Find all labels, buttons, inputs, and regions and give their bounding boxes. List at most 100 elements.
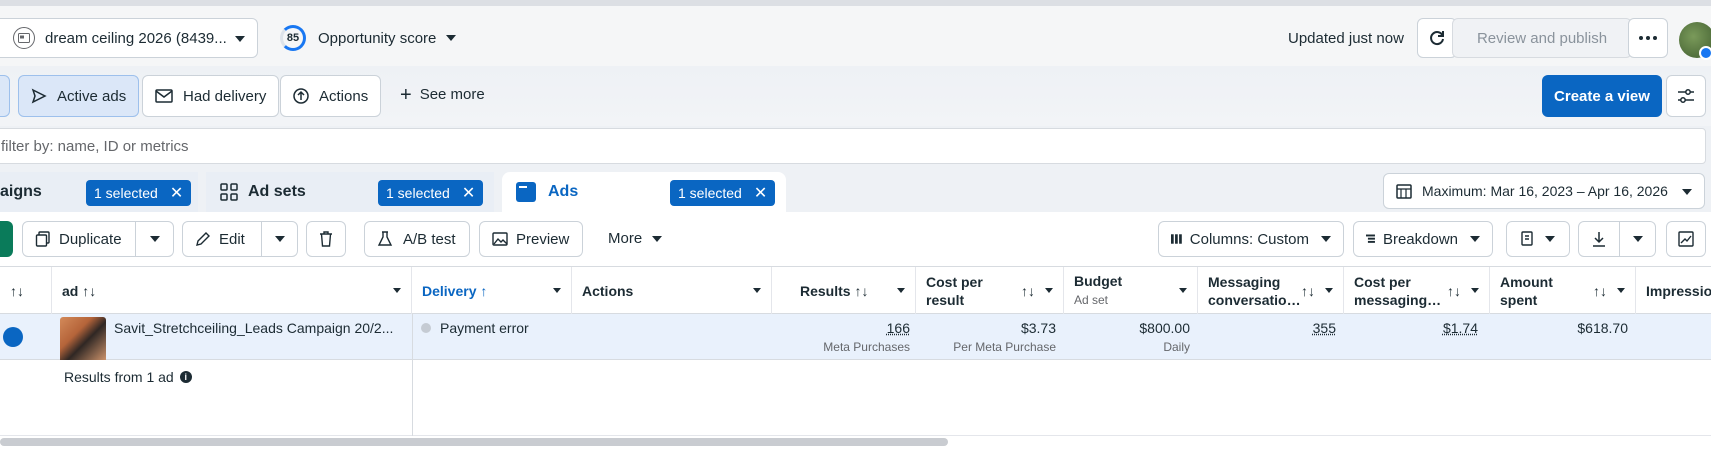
column-amount-label: Amount spent [1500, 273, 1553, 309]
column-header-impressions[interactable]: Impressio [1636, 267, 1711, 314]
column-header-cost-per-result[interactable]: Cost per result ↑↓ [916, 267, 1064, 314]
search-input[interactable]: filter by: name, ID or metrics [0, 128, 1706, 164]
edit-button-group[interactable]: Edit [182, 221, 298, 257]
charts-button[interactable] [1666, 221, 1706, 257]
search-area: filter by: name, ID or metrics [0, 126, 1711, 172]
more-options-button[interactable] [1628, 18, 1668, 58]
column-results-label: Results ↑↓ [800, 282, 869, 299]
chevron-down-icon[interactable] [553, 288, 561, 293]
ads-selected-label: 1 selected [678, 185, 742, 201]
chevron-down-icon [274, 236, 285, 242]
chevron-down-icon[interactable] [1325, 288, 1333, 293]
edit-dropdown[interactable] [261, 222, 297, 256]
adsets-selected-pill[interactable]: 1 selected ✕ [378, 180, 484, 206]
column-header-delivery[interactable]: Delivery ↑ [412, 267, 572, 314]
columns-icon [1171, 234, 1182, 244]
cost-per-result-sub: Per Meta Purchase [953, 340, 1056, 354]
duplicate-button[interactable]: Duplicate [23, 222, 135, 256]
amount-line2: spent [1500, 291, 1538, 308]
filter-had-delivery[interactable]: Had delivery [142, 75, 280, 117]
sort-icon: ↑↓ [1301, 283, 1315, 299]
create-button-partial[interactable] [0, 221, 13, 257]
budget-value[interactable]: $800.00 [1139, 320, 1190, 336]
column-header-results[interactable]: Results ↑↓ [772, 267, 916, 314]
messaging-value[interactable]: 355 [1313, 320, 1336, 336]
chevron-down-icon[interactable] [1617, 288, 1625, 293]
opportunity-score[interactable]: 85 Opportunity score [280, 23, 457, 53]
column-header-amount-spent[interactable]: Amount spent ↑↓ [1490, 267, 1636, 314]
preview-button[interactable]: Preview [479, 221, 583, 257]
breakdown-icon [1366, 234, 1375, 243]
messaging-line2: conversatio… [1208, 291, 1301, 308]
column-actions-label: Actions [582, 282, 634, 299]
ad-toggle[interactable] [3, 327, 23, 347]
table-row[interactable]: Savit_Stretchceiling_Leads Campaign 20/2… [0, 314, 1711, 363]
ab-test-button[interactable]: A/B test [364, 221, 470, 257]
ab-test-label: A/B test [403, 230, 456, 248]
tab-ads[interactable]: Ads 1 selected ✕ [502, 172, 786, 212]
results-sub: Meta Purchases [823, 340, 910, 354]
info-icon[interactable]: i [179, 371, 192, 383]
campaigns-selected-pill[interactable]: 1 selected ✕ [86, 180, 192, 206]
account-selector[interactable]: dream ceiling 2026 (8439... [0, 18, 258, 58]
edit-button[interactable]: Edit [183, 222, 261, 256]
cost-msg-line2: messaging… [1354, 291, 1442, 308]
tab-adsets[interactable]: Ad sets 1 selected ✕ [206, 172, 494, 212]
see-more-filters[interactable]: + See more [400, 85, 485, 105]
filter-chip-partial[interactable] [0, 75, 10, 117]
column-header-actions[interactable]: Actions [572, 267, 772, 314]
tab-campaigns[interactable]: aigns 1 selected ✕ [0, 172, 198, 212]
more-button[interactable]: More [608, 230, 663, 247]
breakdown-label: Breakdown [1382, 230, 1458, 248]
column-header-ad[interactable]: ad ↑↓ [52, 267, 412, 314]
reports-button[interactable] [1506, 221, 1570, 257]
column-header-messaging[interactable]: Messaging conversatio… ↑↓ [1198, 267, 1344, 314]
updated-status: Updated just now [1288, 30, 1404, 47]
duplicate-dropdown[interactable] [135, 222, 173, 256]
tab-ads-label: Ads [548, 183, 579, 200]
chevron-down-icon[interactable] [1045, 288, 1053, 293]
ads-selected-pill[interactable]: 1 selected ✕ [670, 180, 776, 206]
filter-actions[interactable]: Actions [280, 75, 382, 117]
review-publish-button[interactable]: Review and publish [1452, 18, 1632, 58]
trash-icon [320, 231, 332, 247]
flask-icon [377, 231, 393, 246]
chevron-down-icon[interactable] [393, 288, 401, 293]
ad-name-link[interactable]: Savit_Stretchceiling_Leads Campaign 20/2… [114, 320, 393, 336]
sort-icon: ↑↓ [1593, 283, 1607, 299]
chevron-down-icon[interactable] [1179, 288, 1187, 293]
chevron-down-icon[interactable] [1471, 288, 1479, 293]
table-header: ↑↓ ad ↑↓ Delivery ↑ Actions Results ↑↓ C… [0, 266, 1711, 314]
account-icon [13, 27, 35, 49]
cost-per-result-line1: Cost per [926, 273, 983, 290]
filter-active-ads[interactable]: Active ads [18, 75, 140, 117]
close-icon[interactable]: ✕ [754, 183, 767, 203]
customize-button[interactable] [1666, 75, 1706, 117]
duplicate-button-group[interactable]: Duplicate [22, 221, 174, 257]
chevron-down-icon[interactable] [897, 288, 905, 293]
see-more-label: See more [419, 86, 485, 103]
breakdown-button[interactable]: Breakdown [1353, 221, 1493, 257]
sliders-icon [1678, 89, 1694, 103]
close-icon[interactable]: ✕ [462, 183, 475, 203]
results-summary: Results from 1 ad i [64, 369, 192, 385]
column-header-cost-per-messaging[interactable]: Cost per messaging… ↑↓ [1344, 267, 1490, 314]
chevron-down-icon[interactable] [753, 288, 761, 293]
refresh-button[interactable] [1417, 18, 1457, 58]
results-value[interactable]: 166 [887, 320, 910, 336]
close-icon[interactable]: ✕ [170, 183, 183, 203]
more-label: More [608, 230, 643, 247]
cost-msg-value[interactable]: $1.74 [1443, 320, 1478, 336]
export-button-group[interactable] [1578, 221, 1656, 257]
create-view-button[interactable]: Create a view [1542, 75, 1662, 117]
export-button[interactable] [1579, 222, 1619, 256]
chevron-down-icon [1545, 236, 1555, 242]
column-header-toggle[interactable]: ↑↓ [0, 267, 52, 314]
column-header-budget[interactable]: Budget Ad set [1064, 267, 1198, 314]
export-dropdown[interactable] [1619, 222, 1655, 256]
date-range-picker[interactable]: Maximum: Mar 16, 2023 – Apr 16, 2026 [1383, 173, 1705, 209]
horizontal-scrollbar[interactable] [0, 438, 948, 446]
avatar[interactable] [1679, 22, 1711, 60]
delete-button[interactable] [306, 221, 346, 257]
columns-button[interactable]: Columns: Custom [1158, 221, 1344, 257]
